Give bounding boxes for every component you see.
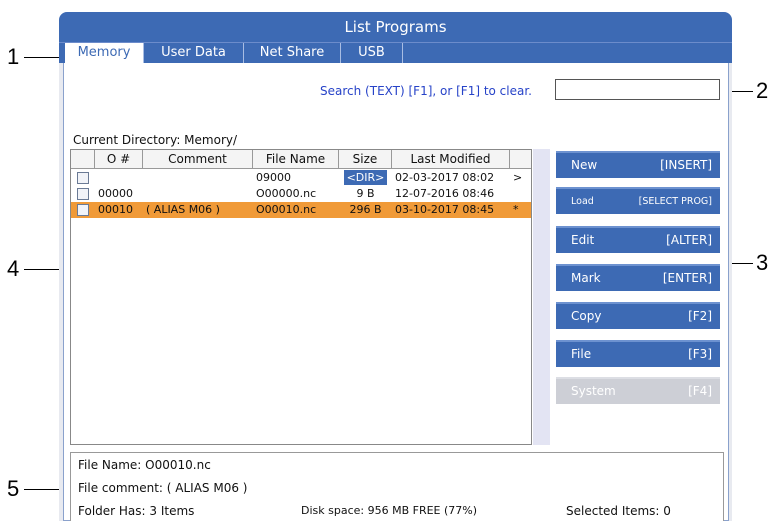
copy-button-key: [F2] (688, 309, 712, 323)
callout-4: 4 (7, 256, 20, 281)
column-last-modified[interactable]: Last Modified (392, 150, 510, 169)
row-onum: 00010 (98, 203, 133, 216)
system-button-label: System (571, 384, 616, 398)
system-button-key: [F4] (688, 384, 712, 398)
search-input[interactable] (555, 79, 720, 100)
row-flag: > (513, 171, 523, 184)
tab-net-share[interactable]: Net Share (244, 43, 341, 63)
new-button-label: New (571, 158, 598, 172)
copy-button-label: Copy (571, 309, 602, 323)
program-list-header: O # Comment File Name Size Last Modified (71, 150, 531, 169)
column-comment[interactable]: Comment (143, 150, 253, 169)
copy-button[interactable]: Copy [F2] (556, 302, 720, 329)
row-comment (143, 186, 253, 202)
load-button-key: [SELECT PROG] (638, 196, 712, 207)
callout-1: 1 (7, 44, 20, 69)
list-programs-window: List Programs Memory User Data Net Share… (59, 12, 732, 521)
row-onum: 00000 (98, 187, 133, 200)
info-selected-items: Selected Items: 0 (566, 504, 671, 518)
table-row[interactable]: 09000 <DIR> 02-03-2017 08:02 > (71, 170, 531, 186)
row-checkbox[interactable] (77, 204, 89, 216)
row-size: 296 B (349, 203, 382, 216)
row-file-name: O00010.nc (256, 203, 317, 216)
load-button-label: Load (571, 196, 594, 207)
row-flag (510, 186, 530, 202)
info-file-comment: File comment: ( ALIAS M06 ) (78, 481, 248, 495)
current-directory: Current Directory: Memory/ (73, 133, 238, 147)
row-last-modified: 03-10-2017 08:45 (395, 203, 495, 216)
tab-memory[interactable]: Memory (65, 43, 144, 63)
row-size: 9 B (356, 187, 375, 200)
edit-button-key: [ALTER] (666, 233, 712, 247)
system-button: System [F4] (556, 377, 720, 404)
table-row-selected[interactable]: 00010 ( ALIAS M06 ) O00010.nc 296 B 03-1… (71, 202, 531, 218)
row-file-name: 09000 (256, 171, 291, 184)
row-file-name: O00000.nc (256, 187, 317, 200)
tab-bar: Memory User Data Net Share USB (59, 42, 732, 63)
edit-button[interactable]: Edit [ALTER] (556, 226, 720, 253)
edit-button-label: Edit (571, 233, 595, 247)
mark-button[interactable]: Mark [ENTER] (556, 264, 720, 291)
row-comment: ( ALIAS M06 ) (146, 203, 220, 216)
search-hint: Search (TEXT) [F1], or [F1] to clear. (320, 84, 532, 98)
row-size: <DIR> (339, 170, 392, 186)
row-last-modified: 12-07-2016 08:46 (395, 187, 495, 200)
row-comment (143, 170, 253, 186)
column-select (71, 150, 95, 169)
row-checkbox[interactable] (77, 188, 89, 200)
dir-badge: <DIR> (343, 170, 388, 185)
table-row[interactable]: 00000 O00000.nc 9 B 12-07-2016 08:46 (71, 186, 531, 202)
content-panel: Search (TEXT) [F1], or [F1] to clear. Cu… (63, 63, 729, 521)
row-checkbox[interactable] (77, 172, 89, 184)
window-title: List Programs (59, 12, 732, 42)
column-onum[interactable]: O # (95, 150, 143, 169)
tab-user-data[interactable]: User Data (144, 43, 244, 63)
mark-button-label: Mark (571, 271, 601, 285)
new-button[interactable]: New [INSERT] (556, 151, 720, 178)
info-disk-space: Disk space: 956 MB FREE (77%) (301, 504, 478, 517)
callout-3: 3 (756, 250, 769, 275)
tab-usb[interactable]: USB (341, 43, 403, 63)
info-file-name: File Name: O00010.nc (78, 458, 211, 472)
row-last-modified: 02-03-2017 08:02 (395, 171, 495, 184)
mark-button-key: [ENTER] (662, 271, 712, 285)
file-info-bar: File Name: O00010.nc File comment: ( ALI… (70, 452, 724, 521)
new-button-key: [INSERT] (660, 158, 712, 172)
file-button-key: [F3] (688, 347, 712, 361)
column-file-name[interactable]: File Name (253, 150, 339, 169)
callout-2: 2 (756, 78, 769, 103)
column-size[interactable]: Size (339, 150, 392, 169)
file-button-label: File (571, 347, 592, 361)
load-button[interactable]: Load [SELECT PROG] (556, 187, 720, 214)
info-folder-count: Folder Has: 3 Items (78, 504, 195, 518)
list-scrollbar[interactable] (533, 149, 550, 445)
file-button[interactable]: File [F3] (556, 340, 720, 367)
callout-5: 5 (7, 476, 20, 501)
row-onum (95, 170, 143, 186)
row-flag: * (513, 203, 519, 216)
program-list[interactable]: O # Comment File Name Size Last Modified… (70, 149, 532, 445)
